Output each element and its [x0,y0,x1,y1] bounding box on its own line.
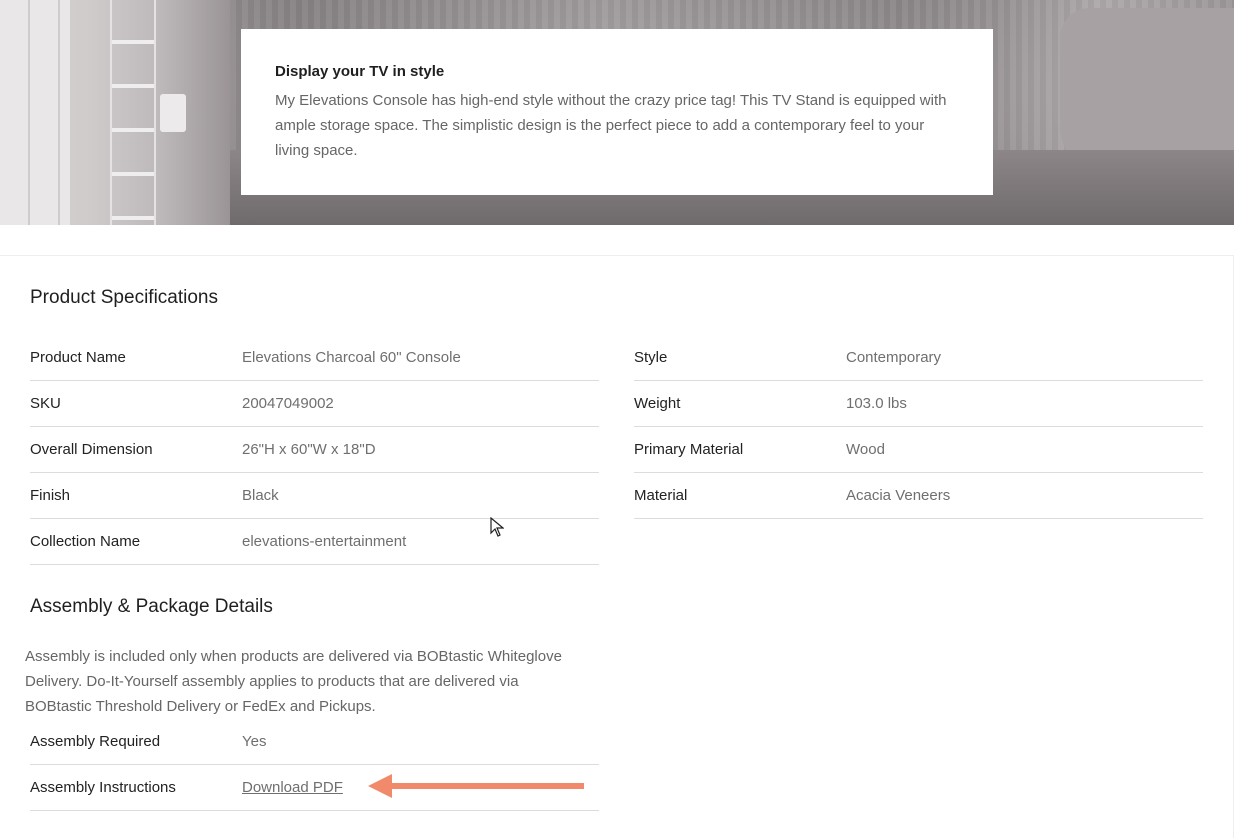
spec-value: 20047049002 [242,395,334,412]
hero-title: Display your TV in style [275,63,445,80]
spec-row-primary-material: Primary Material Wood [634,427,1203,473]
hero-card: Display your TV in style My Elevations C… [241,29,993,195]
specs-table-right: Style Contemporary Weight 103.0 lbs Prim… [634,335,1203,519]
hero-outlet-decor [160,94,186,132]
spec-row-style: Style Contemporary [634,335,1203,381]
download-pdf-link[interactable]: Download PDF [242,779,343,796]
spec-row-finish: Finish Black [30,473,599,519]
spec-value: Elevations Charcoal 60" Console [242,349,461,366]
spec-label: Material [634,487,688,504]
spec-row-weight: Weight 103.0 lbs [634,381,1203,427]
spec-label: Assembly Required [30,733,161,750]
hero-window-decor [0,0,70,225]
spec-label: Assembly Instructions [30,779,176,796]
spec-value: 103.0 lbs [846,395,907,412]
spec-row-material: Material Acacia Veneers [634,473,1203,519]
spec-row-overall-dimension: Overall Dimension 26"H x 60"W x 18"D [30,427,599,473]
product-specifications-heading: Product Specifications [30,287,218,308]
hero-description: My Elevations Console has high-end style… [275,92,947,159]
spec-row-product-name: Product Name Elevations Charcoal 60" Con… [30,335,599,381]
hero-banner: Display your TV in style My Elevations C… [0,0,1234,225]
assembly-heading: Assembly & Package Details [30,596,273,617]
spec-label: SKU [30,395,61,412]
spec-row-sku: SKU 20047049002 [30,381,599,427]
specifications-panel: Product Specifications Product Name Elev… [0,255,1234,838]
spec-row-collection-name: Collection Name elevations-entertainment [30,519,599,565]
spec-value: Contemporary [846,349,942,366]
spec-value: elevations-entertainment [242,533,407,550]
spec-label: Product Name [30,349,126,366]
spec-value: Wood [846,441,885,458]
spec-value: Black [242,487,279,504]
spec-value: Yes [242,733,267,750]
spec-value: 26"H x 60"W x 18"D [242,441,376,458]
mouse-cursor-icon [490,517,504,537]
spec-label: Finish [30,487,71,504]
spec-label: Primary Material [634,441,744,458]
spec-label: Style [634,349,668,366]
spec-value: Acacia Veneers [846,487,951,504]
spec-label: Overall Dimension [30,441,153,458]
assembly-description: Assembly is included only when products … [25,648,562,715]
spec-label: Weight [634,395,681,412]
hero-pillow-decor [1060,8,1234,168]
hero-shelf-decor [110,0,156,225]
spec-label: Collection Name [30,533,141,550]
specs-table-left: Product Name Elevations Charcoal 60" Con… [30,335,599,565]
annotation-arrow-icon [368,774,584,798]
spec-row-assembly-required: Assembly Required Yes [30,719,599,765]
